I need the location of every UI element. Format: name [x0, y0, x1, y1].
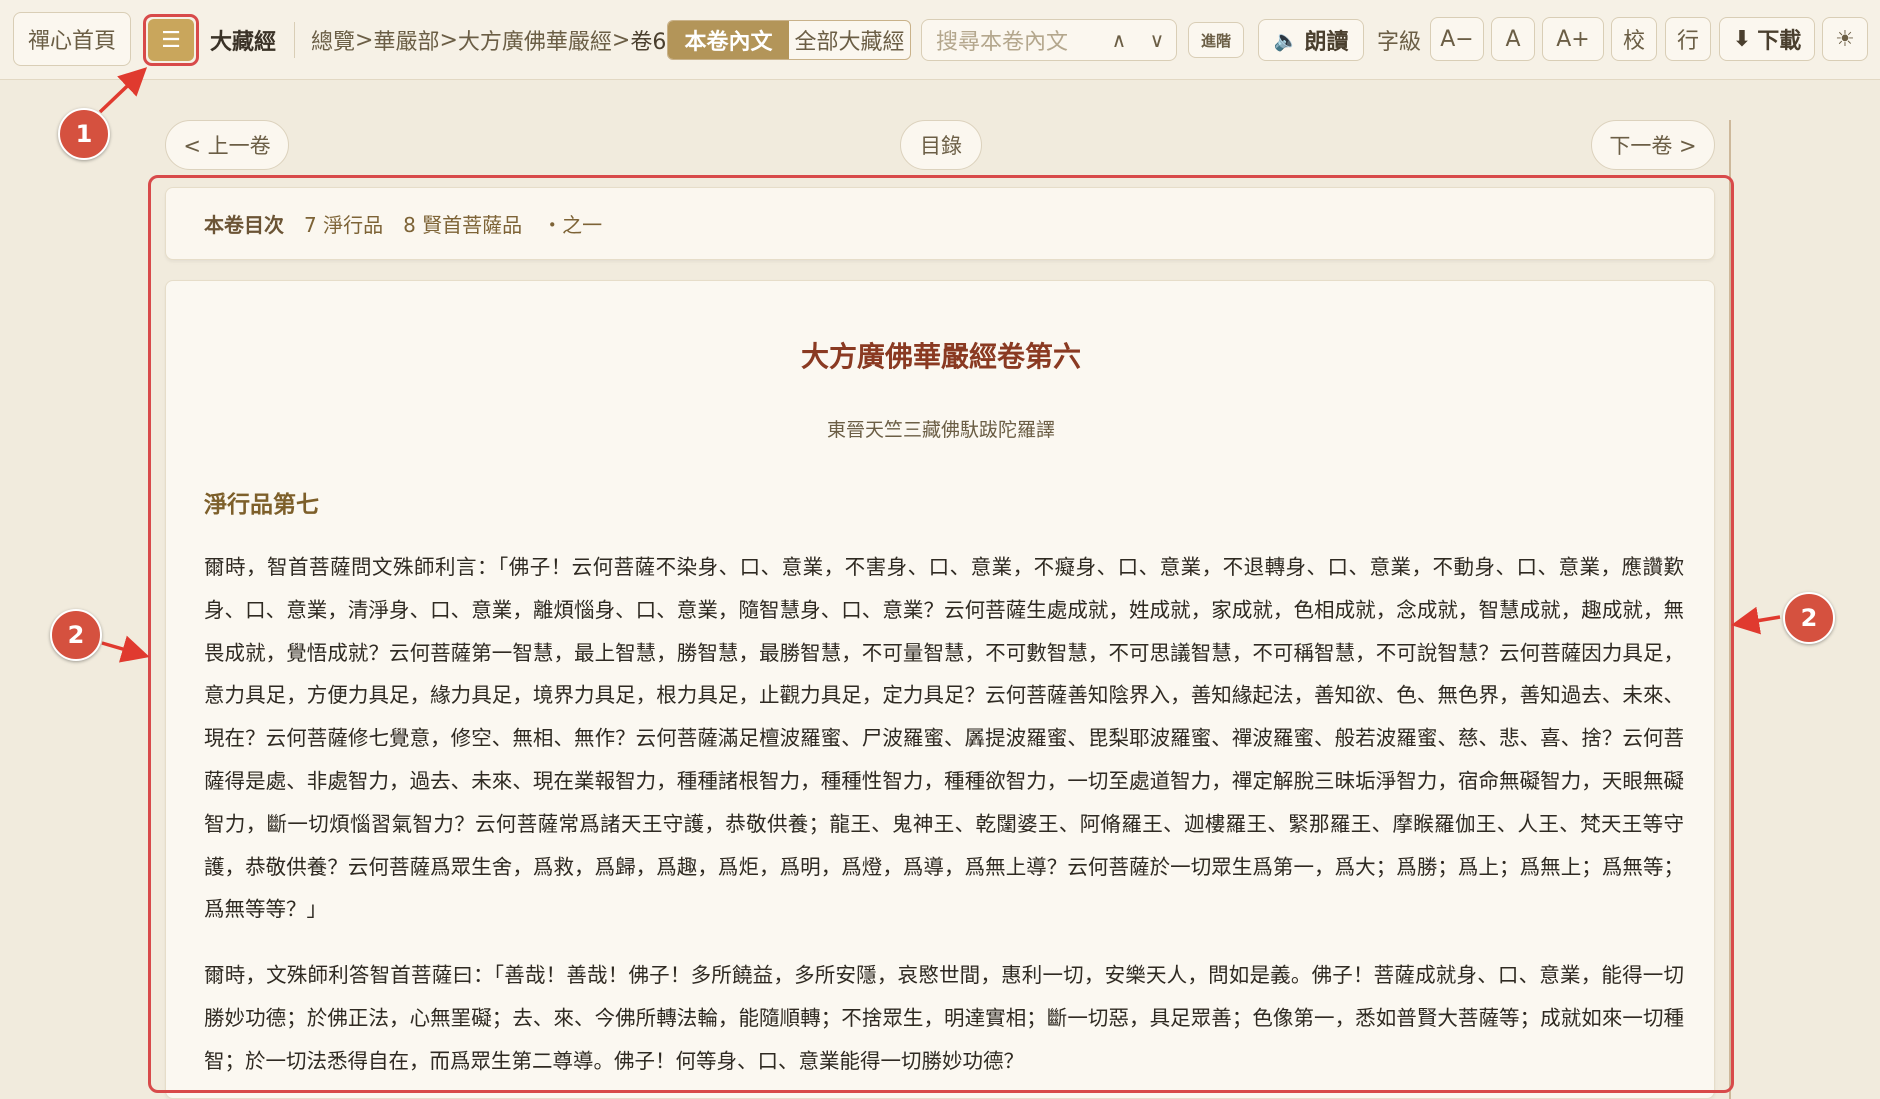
- scripture-content: 大方廣佛華嚴經卷第六 東晉天竺三藏佛馱跋陀羅譯 淨行品第七 爾時，智首菩薩問文殊…: [165, 280, 1715, 1099]
- theme-toggle-button[interactable]: ☀: [1822, 17, 1868, 61]
- proofread-button[interactable]: 校: [1611, 17, 1657, 61]
- menu-highlight-box: [143, 14, 199, 66]
- download-icon: ⬇: [1732, 26, 1752, 52]
- breadcrumb-separator: >: [355, 27, 374, 53]
- annotation-badge-2-left: 2: [50, 609, 102, 661]
- speaker-icon: 🔈: [1273, 28, 1299, 52]
- scripture-paragraph: 爾時，智首菩薩問文殊師利言：「佛子！云何菩薩不染身、口、意業，不害身、口、意業，…: [204, 555, 1684, 922]
- breadcrumb-item[interactable]: 總覽: [311, 24, 355, 56]
- home-button[interactable]: 禪心首頁: [13, 12, 131, 66]
- breadcrumb-separator: >: [611, 27, 631, 53]
- annotation-badge-2-right: 2: [1783, 592, 1835, 644]
- arrow-to-content-right: [1731, 606, 1781, 635]
- font-smaller-button[interactable]: A−: [1430, 17, 1484, 61]
- top-toolbar: 禪心首頁 ☰ 大藏經 總覽 > 華嚴部 > 大方廣佛華嚴經 > 卷6 本卷內文 全部大藏經 …: [0, 0, 1880, 80]
- breadcrumb-item[interactable]: 華嚴部: [373, 24, 439, 56]
- scroll-guide-line: [1729, 120, 1731, 1099]
- brand-link[interactable]: 大藏經: [210, 22, 276, 58]
- download-label: 下載: [1757, 29, 1802, 54]
- volume-catalog: 本卷目次 7 淨行品 8 賢首菩薩品 ・之一: [165, 187, 1715, 260]
- breadcrumb-separator: >: [439, 27, 458, 53]
- arrow-to-content-left: [101, 635, 150, 663]
- translator-line: 東晉天竺三藏佛馱跋陀羅譯: [826, 419, 1055, 441]
- breadcrumb-item[interactable]: 大方廣佛華嚴經: [458, 24, 612, 56]
- advanced-search-button[interactable]: 進階: [1188, 22, 1244, 58]
- search-scope-toggle: 本卷內文 全部大藏經: [667, 20, 911, 60]
- font-larger-button[interactable]: A+: [1542, 17, 1604, 61]
- scripture-paragraph: 爾時，文殊師利答智首菩薩曰：「善哉！善哉！佛子！多所饒益，多所安隱，哀愍世間，惠…: [204, 963, 1684, 1073]
- download-button[interactable]: ⬇ 下載: [1719, 17, 1815, 61]
- breadcrumb: 總覽 > 華嚴部 > 大方廣佛華嚴經 > 卷6: [311, 22, 666, 58]
- font-normal-button[interactable]: A: [1491, 17, 1535, 61]
- font-size-label: 字級: [1377, 30, 1422, 55]
- table-of-contents-button[interactable]: 目錄: [900, 120, 982, 170]
- catalog-item[interactable]: 8 賢首菩薩品: [403, 209, 522, 238]
- read-aloud-button[interactable]: 🔈 朗讀: [1258, 19, 1364, 61]
- divider: [294, 22, 295, 58]
- chapter-heading: 淨行品第七: [204, 492, 319, 518]
- sun-icon: ☀: [1835, 26, 1855, 52]
- search-next-icon[interactable]: ∨: [1138, 28, 1176, 52]
- search-input[interactable]: 搜尋本卷內文 ∧ ∨: [921, 19, 1177, 61]
- line-mode-button[interactable]: 行: [1665, 17, 1711, 61]
- read-aloud-label: 朗讀: [1304, 30, 1349, 55]
- catalog-item[interactable]: 7 淨行品: [304, 209, 383, 238]
- prev-volume-button[interactable]: < 上一卷: [165, 120, 289, 170]
- breadcrumb-current: 卷6: [630, 30, 667, 55]
- next-volume-button[interactable]: 下一卷 >: [1591, 120, 1715, 170]
- tab-all-canon[interactable]: 全部大藏經: [789, 21, 910, 59]
- catalog-item[interactable]: ・之一: [542, 209, 602, 238]
- search-placeholder: 搜尋本卷內文: [936, 30, 1069, 55]
- annotation-badge-1: 1: [58, 108, 110, 160]
- catalog-title: 本卷目次: [204, 213, 284, 237]
- tab-current-volume[interactable]: 本卷內文: [668, 21, 789, 59]
- scripture-title: 大方廣佛華嚴經卷第六: [800, 340, 1081, 373]
- search-prev-icon[interactable]: ∧: [1100, 28, 1138, 52]
